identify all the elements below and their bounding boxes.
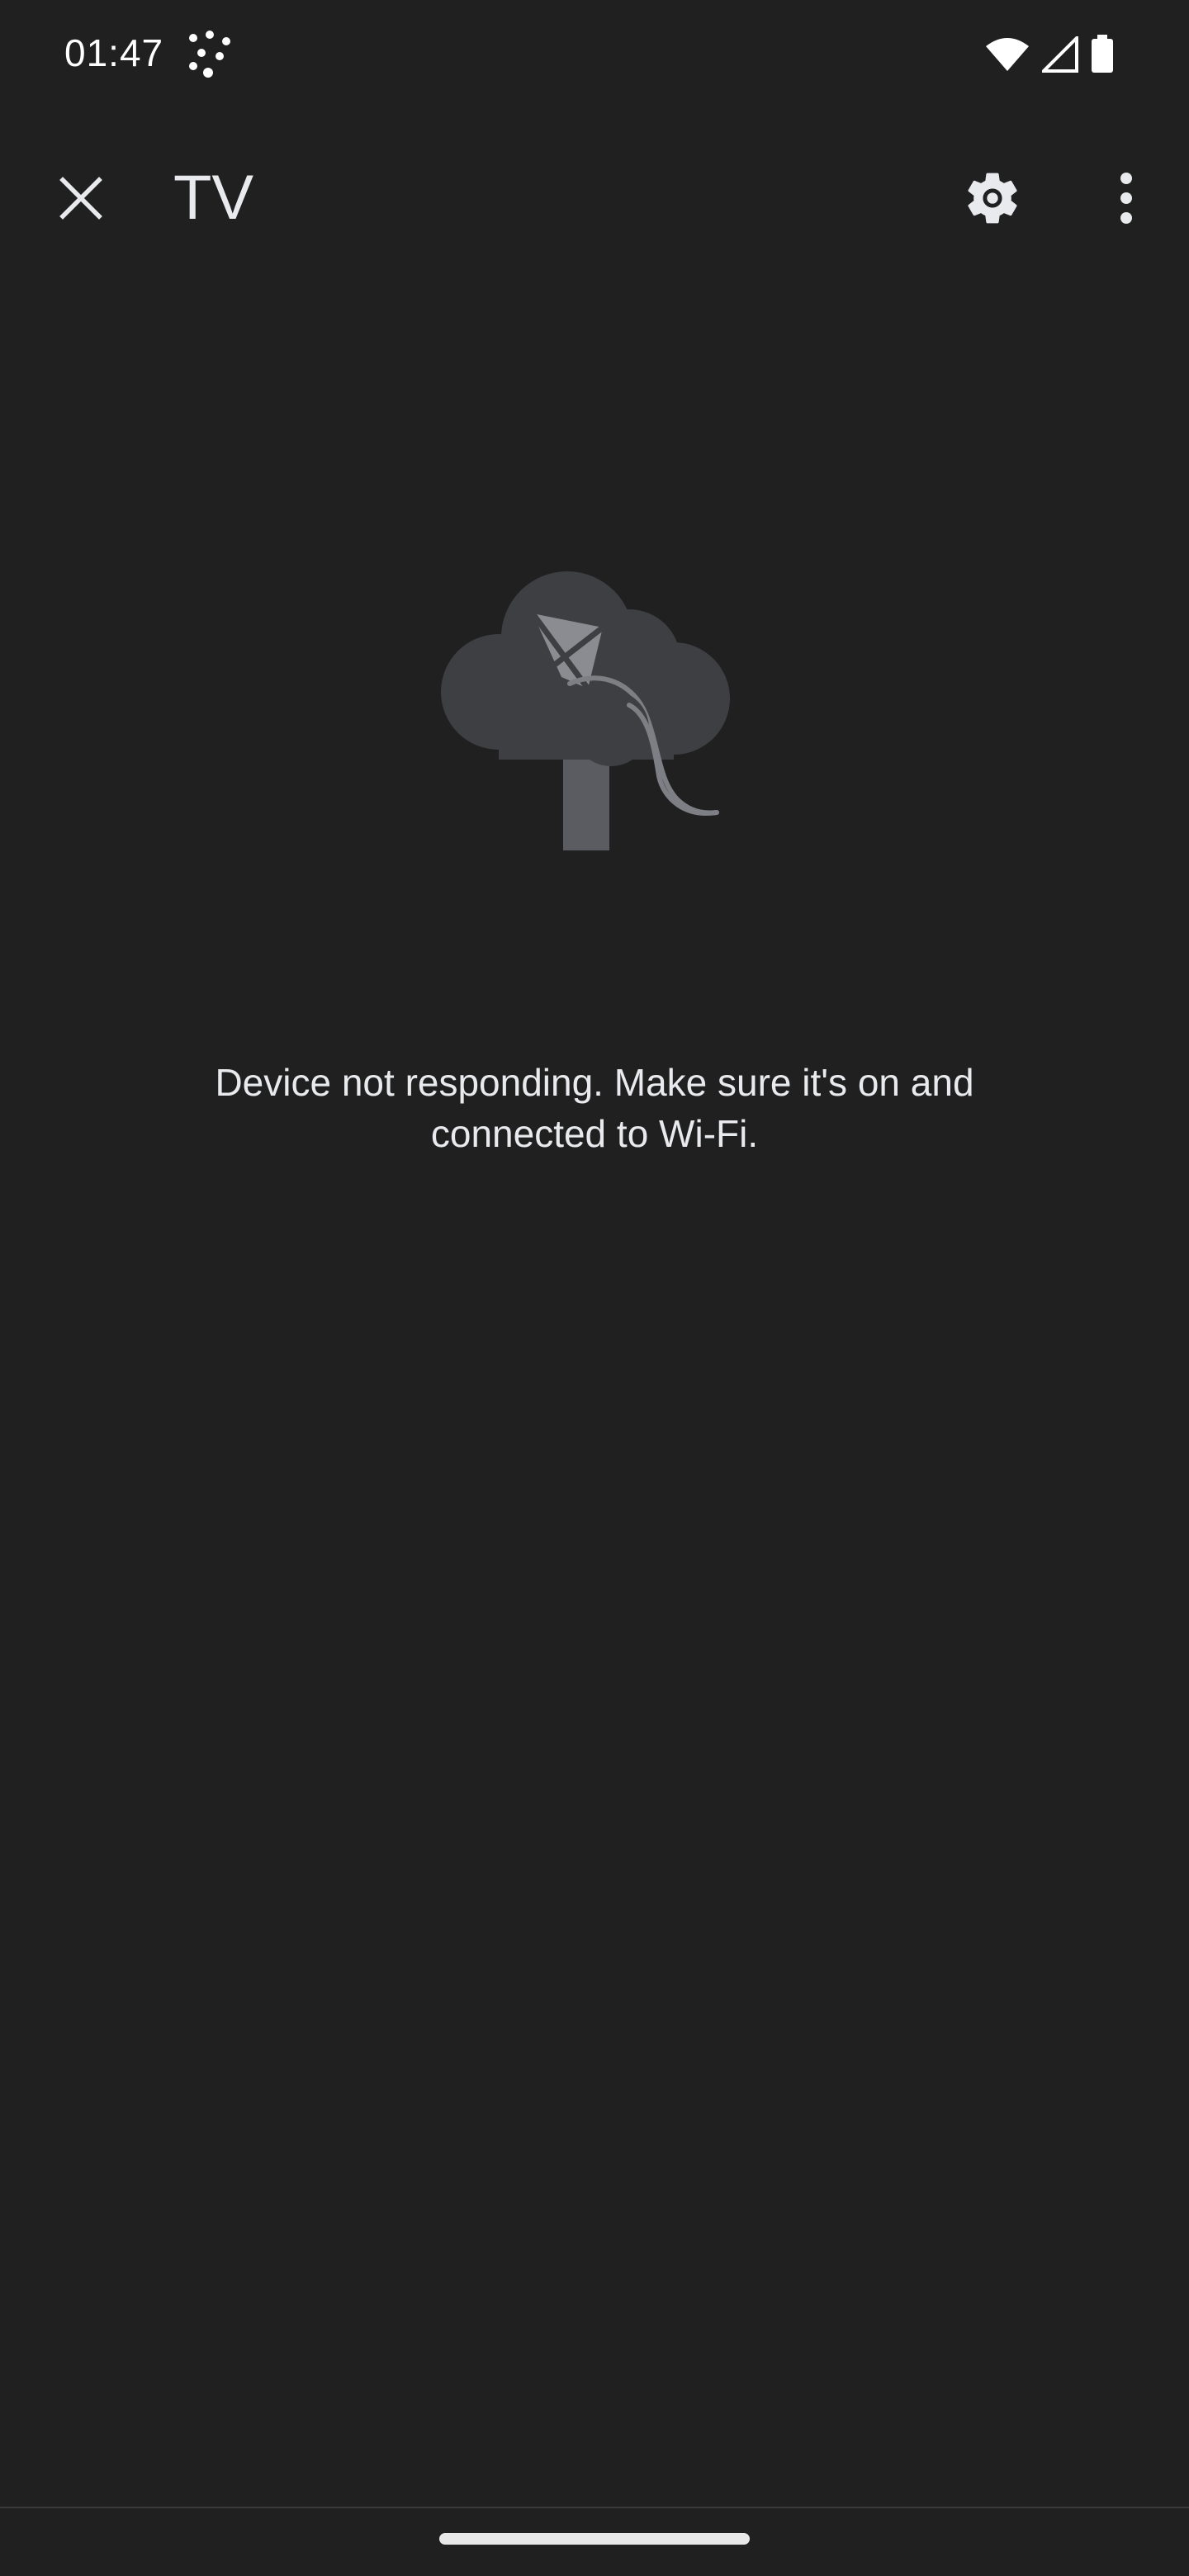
kite-in-tree-illustration xyxy=(441,571,730,850)
battery-icon xyxy=(1092,35,1113,73)
device-not-responding-message: Device not responding. Make sure it's on… xyxy=(215,1061,974,1155)
close-button[interactable] xyxy=(35,152,127,244)
gear-icon xyxy=(968,173,1017,224)
home-gesture-handle[interactable] xyxy=(439,2533,750,2545)
top-app-bar: TV xyxy=(0,132,1189,264)
cellular-signal-icon xyxy=(1042,36,1078,73)
notification-dots-icon xyxy=(189,31,230,78)
status-icons xyxy=(984,33,1115,76)
status-time: 01:47 xyxy=(64,31,164,74)
more-options-button[interactable] xyxy=(1080,152,1172,244)
status-bar: 01:47 xyxy=(0,0,1189,107)
close-icon xyxy=(59,177,102,220)
settings-button[interactable] xyxy=(946,152,1039,244)
page-title: TV xyxy=(173,163,254,233)
more-vert-icon xyxy=(1120,173,1132,224)
bottom-divider xyxy=(0,2507,1189,2508)
wifi-icon xyxy=(986,38,1029,71)
